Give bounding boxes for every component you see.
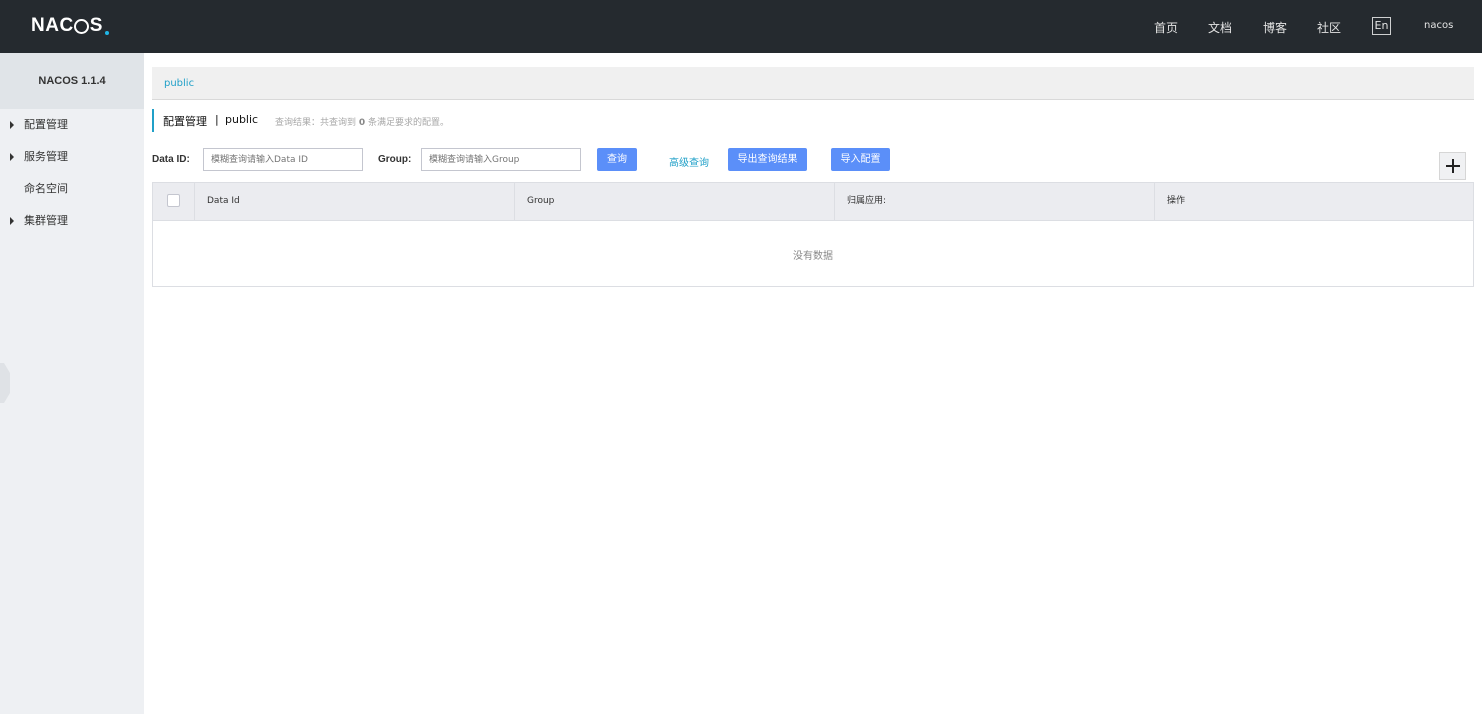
sidebar-item-cluster-management[interactable]: 集群管理 — [0, 211, 144, 231]
language-toggle[interactable]: En — [1372, 17, 1391, 35]
sidebar-item-label: 集群管理 — [24, 214, 68, 227]
column-header-data-id[interactable]: Data Id — [194, 183, 514, 220]
sidebar: NACOS 1.1.4 配置管理 服务管理 命名空间 集群管理 — [0, 53, 144, 714]
data-id-input[interactable] — [203, 148, 363, 171]
page-title-separator: | — [215, 113, 219, 126]
nav-home[interactable]: 首页 — [1154, 19, 1178, 36]
nav-docs[interactable]: 文档 — [1208, 19, 1232, 36]
select-all-cell — [153, 183, 194, 220]
column-header-app[interactable]: 归属应用: — [834, 183, 1154, 220]
sidebar-item-label: 配置管理 — [24, 118, 68, 131]
column-header-group[interactable]: Group — [514, 183, 834, 220]
import-config-button[interactable]: 导入配置 — [831, 148, 890, 171]
group-label: Group: — [378, 154, 412, 165]
logo-ring-icon — [74, 18, 90, 34]
sidebar-collapse-handle[interactable] — [0, 363, 10, 403]
sidebar-item-label: 服务管理 — [24, 150, 68, 163]
group-input[interactable] — [421, 148, 581, 171]
page-title: 配置管理 | public 查询结果：共查询到 0 条满足要求的配置。 — [152, 109, 752, 132]
page-title-text: 配置管理 — [163, 115, 207, 128]
logo-text-c: C — [59, 15, 74, 36]
nav-community[interactable]: 社区 — [1317, 19, 1341, 36]
sidebar-title: NACOS 1.1.4 — [0, 53, 144, 109]
top-navbar: NA C S 首页 文档 博客 社区 En nacos — [0, 0, 1482, 53]
advanced-query-link[interactable]: 高级查询 — [669, 154, 709, 169]
empty-state-text: 没有数据 — [793, 251, 833, 262]
caret-right-icon — [10, 153, 14, 161]
user-menu[interactable]: nacos — [1424, 20, 1453, 31]
column-header-actions: 操作 — [1154, 183, 1473, 220]
logo-dot-icon — [104, 31, 109, 35]
caret-right-icon — [10, 217, 14, 225]
query-button[interactable]: 查询 — [597, 148, 637, 171]
sidebar-item-namespace[interactable]: 命名空间 — [0, 179, 144, 199]
page-title-namespace: public — [225, 113, 259, 126]
logo-text-s: S — [89, 15, 103, 36]
nacos-logo[interactable]: NA C S — [31, 14, 109, 38]
select-all-checkbox[interactable] — [167, 194, 180, 207]
query-result-summary: 查询结果：共查询到 0 条满足要求的配置。 — [275, 115, 449, 128]
caret-right-icon — [10, 121, 14, 129]
sidebar-item-config-management[interactable]: 配置管理 — [0, 115, 144, 135]
result-suffix: 条满足要求的配置。 — [368, 118, 450, 128]
nav-blog[interactable]: 博客 — [1263, 19, 1287, 36]
table-header: Data Id Group 归属应用: 操作 — [153, 183, 1473, 221]
add-config-button[interactable] — [1439, 152, 1466, 180]
export-results-button[interactable]: 导出查询结果 — [728, 148, 807, 171]
sidebar-item-label: 命名空间 — [24, 182, 68, 195]
data-id-label: Data ID: — [152, 154, 190, 165]
result-count: 0 — [358, 118, 366, 128]
config-table: Data Id Group 归属应用: 操作 没有数据 — [152, 182, 1474, 287]
namespace-bar: public — [152, 67, 1474, 100]
sidebar-item-service-management[interactable]: 服务管理 — [0, 147, 144, 167]
logo-text-na: NA — [31, 15, 60, 36]
result-prefix: 查询结果：共查询到 — [275, 118, 357, 128]
namespace-link-public[interactable]: public — [164, 78, 194, 89]
